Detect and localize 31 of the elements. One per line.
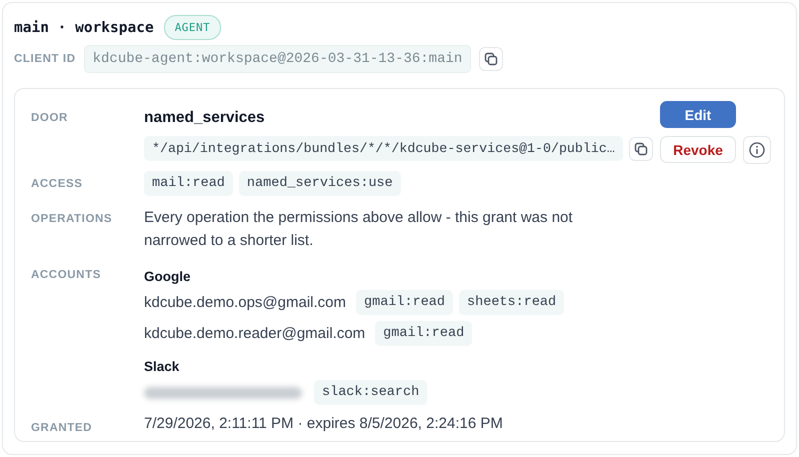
field-label: GRANTED [31, 421, 94, 434]
provider-name: Slack [144, 358, 180, 374]
copy-button[interactable] [628, 136, 653, 160]
agent-badge: AGENT [164, 15, 222, 40]
permission-tag: mail:read [144, 171, 233, 196]
client-id-value: kdcube-agent:workspace@2026-03-31-13-36:main [84, 45, 472, 73]
copy-icon [634, 142, 648, 156]
copy-button[interactable] [479, 47, 504, 71]
revoke-button[interactable]: Revoke [660, 136, 736, 163]
account-email: kdcube.demo.reader@gmail.com [144, 325, 366, 342]
edit-button[interactable]: Edit [660, 101, 736, 128]
scope-tag: sheets:read [459, 290, 564, 315]
granted-date: 7/29/2026, 2:11:11 PM · expires 8/5/2026, 2:24:16 PM [144, 415, 504, 432]
provider-name: Google [144, 268, 192, 284]
door-name: named_services [144, 108, 265, 127]
field-label: ACCOUNTS [31, 268, 102, 281]
info-icon [749, 142, 765, 158]
field-label: OPERATIONS [31, 212, 114, 225]
account-email: kdcube.demo.ops@gmail.com [144, 294, 346, 311]
info-button[interactable] [743, 136, 771, 164]
door-path: */api/integrations/bundles/*/*/kdcube-services@1-0/public… [144, 136, 623, 161]
field-label: DOOR [31, 111, 69, 124]
workspace-title: main · workspace [14, 20, 154, 36]
scope-tag: gmail:read [375, 321, 472, 346]
operations-text: Every operation the permissions above allow - this grant was not narrowed to a shorter list. [144, 208, 574, 251]
permission-tag: named_services:use [238, 171, 401, 196]
copy-icon [484, 52, 498, 66]
scope-tag: gmail:read [356, 290, 454, 315]
field-label: CLIENT ID [14, 53, 76, 65]
field-label: ACCESS [31, 177, 84, 190]
scope-tag: slack:search [314, 380, 428, 405]
